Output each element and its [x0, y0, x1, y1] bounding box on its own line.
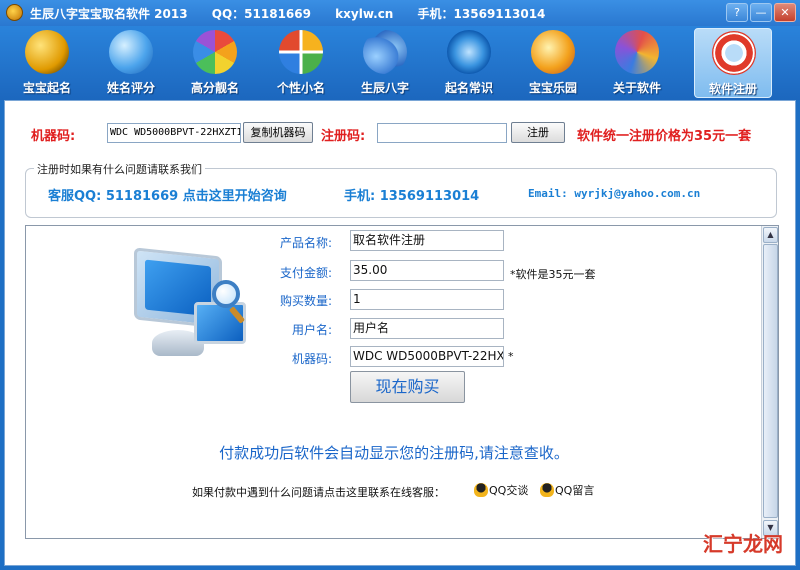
machine-note: *	[508, 350, 514, 363]
main-toolbar: 宝宝起名 姓名评分 高分靓名 个性小名 生辰八字 起名常识 宝宝乐园 关于软件 …	[0, 26, 800, 100]
qq-message-label: QQ留言	[555, 484, 595, 497]
minimize-button[interactable]: —	[750, 3, 772, 22]
globe-icon	[109, 30, 153, 74]
scroll-up-icon[interactable]: ▲	[763, 227, 778, 243]
hexagon-icon	[193, 30, 237, 74]
registration-row: 机器码: WDC WD5000BPVT-22HXZT1 复制机器码 注册码: 注…	[5, 101, 795, 165]
copy-machine-code-button[interactable]: 复制机器码	[243, 122, 313, 143]
phone-text: 手机: 13569113014	[344, 189, 480, 204]
qq-icon	[540, 483, 554, 497]
reg-code-label: 注册码:	[321, 129, 366, 144]
toolbar-high-score-names[interactable]: 高分靓名	[176, 28, 254, 98]
help-text: 如果付款中遇到什么问题请点击这里联系在线客服：	[192, 486, 445, 499]
username-field[interactable]: 用户名	[350, 318, 504, 339]
toolbar-label: 个性小名	[276, 81, 325, 95]
toolbar-label: 起名常识	[444, 81, 493, 95]
toolbar-name-score[interactable]: 姓名评分	[92, 28, 170, 98]
qq-consult-link[interactable]: 客服QQ: 51181669 点击这里开始咨询	[48, 185, 287, 204]
reg-code-input[interactable]	[377, 123, 507, 143]
main-panel: 机器码: WDC WD5000BPVT-22HXZT1 复制机器码 注册码: 注…	[4, 100, 796, 566]
lifebuoy-icon	[712, 31, 756, 75]
vertical-scrollbar[interactable]: ▲ ▼	[761, 226, 778, 538]
toolbar-label: 软件注册	[708, 82, 757, 96]
toolbar-baby-naming[interactable]: 宝宝起名	[8, 28, 86, 98]
title-bar: 生辰八字宝宝取名软件 2013 QQ：51181669 kxylw.cn 手机：…	[0, 0, 800, 26]
toolbar-label: 宝宝起名	[22, 81, 71, 95]
machine-code-label: 机器码:	[31, 129, 76, 144]
watermark-logo: 汇宁龙网	[703, 532, 783, 556]
buy-now-button[interactable]: 现在购买	[350, 371, 465, 403]
close-button[interactable]: ✕	[774, 3, 796, 22]
toolbar-about[interactable]: 关于软件	[598, 28, 676, 98]
flower-icon	[363, 30, 407, 74]
taiji-icon	[25, 30, 69, 74]
register-button[interactable]: 注册	[511, 122, 565, 143]
fish-icon	[531, 30, 575, 74]
qq-icon	[474, 483, 488, 497]
payment-notice: 付款成功后软件会自动显示您的注册码,请注意查收。	[219, 444, 569, 462]
toolbar-naming-tips[interactable]: 起名常识	[430, 28, 508, 98]
username-label: 用户名:	[291, 323, 332, 337]
qq-message-link[interactable]: QQ留言	[540, 482, 594, 498]
title-app-name: 生辰八字宝宝取名软件 2013	[30, 7, 188, 21]
quantity-field[interactable]: 1	[350, 289, 504, 310]
contact-legend: 注册时如果有什么问题请联系我们	[34, 161, 205, 177]
quantity-label: 购买数量:	[279, 294, 332, 308]
product-name-label: 产品名称:	[279, 236, 332, 250]
toolbar-label: 高分靓名	[190, 81, 239, 95]
toolbar-nicknames[interactable]: 个性小名	[262, 28, 340, 98]
help-button[interactable]: ?	[726, 3, 748, 22]
purchase-panel: 产品名称: 取名软件注册 支付金额: 35.00 *软件是35元一套 购买数量:…	[25, 225, 779, 539]
toolbar-label: 宝宝乐园	[528, 81, 577, 95]
window-title: 生辰八字宝宝取名软件 2013 QQ：51181669 kxylw.cn 手机：…	[30, 5, 565, 22]
toolbar-baby-park[interactable]: 宝宝乐园	[514, 28, 592, 98]
title-site: kxylw.cn	[335, 7, 394, 21]
scroll-thumb[interactable]	[763, 244, 778, 518]
machine-label: 机器码:	[291, 352, 332, 366]
swirl-icon	[447, 30, 491, 74]
toolbar-register[interactable]: 软件注册	[694, 28, 772, 98]
contact-box: 注册时如果有什么问题请联系我们 客服QQ: 51181669 点击这里开始咨询 …	[25, 161, 777, 218]
app-icon	[6, 4, 23, 21]
toolbar-bazi[interactable]: 生辰八字	[346, 28, 424, 98]
toolbar-label: 生辰八字	[360, 81, 409, 95]
email-text: Email: wyrjkj@yahoo.com.cn	[528, 187, 701, 200]
toolbar-label: 姓名评分	[106, 81, 155, 95]
computer-icon	[130, 247, 250, 362]
amount-field[interactable]: 35.00	[350, 260, 504, 281]
windows-icon	[279, 30, 323, 74]
butterfly-icon	[615, 30, 659, 74]
amount-note: *软件是35元一套	[510, 268, 596, 281]
title-phone: 手机：13569113014	[417, 7, 546, 21]
toolbar-label: 关于软件	[612, 81, 661, 95]
qq-chat-link[interactable]: QQ交谈	[474, 482, 528, 498]
price-text: 软件统一注册价格为35元一套	[577, 129, 752, 144]
title-qq: QQ：51181669	[211, 7, 311, 21]
magnifier-icon	[212, 280, 240, 308]
qq-chat-label: QQ交谈	[489, 484, 529, 497]
product-name-field[interactable]: 取名软件注册	[350, 230, 504, 251]
machine-field[interactable]: WDC WD5000BPVT-22HX	[350, 346, 504, 367]
amount-label: 支付金额:	[279, 266, 332, 280]
machine-code-field[interactable]: WDC WD5000BPVT-22HXZT1	[107, 123, 241, 143]
